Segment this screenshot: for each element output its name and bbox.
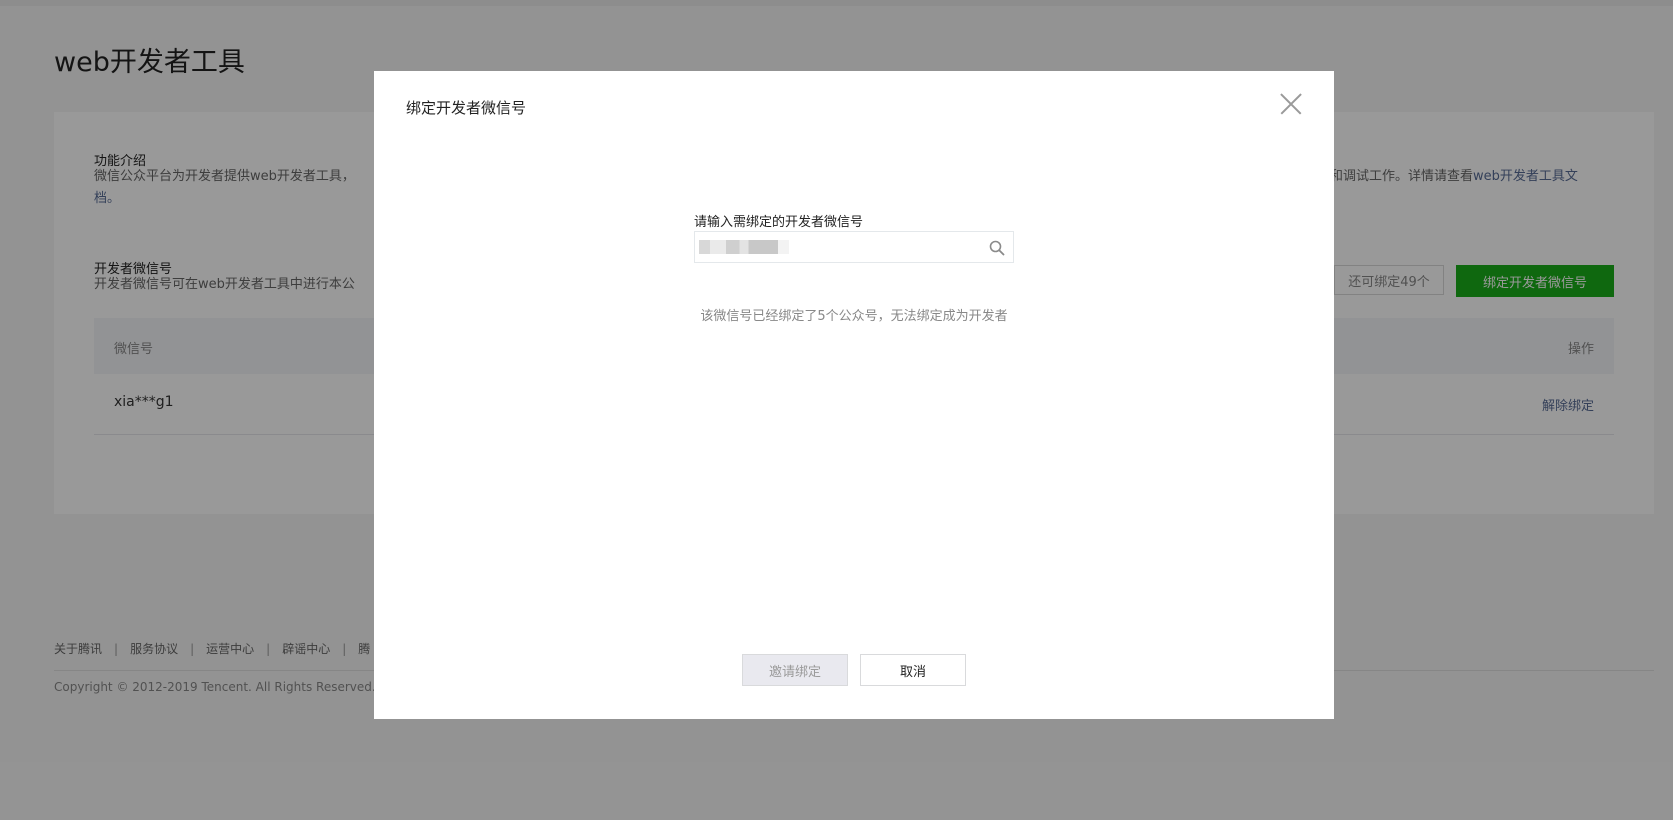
invite-bind-button[interactable]: 邀请绑定: [742, 654, 848, 686]
wechat-id-search-box[interactable]: [694, 231, 1014, 263]
redacted-value: [699, 240, 789, 254]
dialog-title: 绑定开发者微信号: [406, 99, 527, 117]
close-icon[interactable]: [1280, 93, 1302, 115]
cancel-button[interactable]: 取消: [860, 654, 966, 686]
error-message: 该微信号已经绑定了5个公众号，无法绑定成为开发者: [700, 309, 1008, 324]
bind-dialog: 绑定开发者微信号 请输入需绑定的开发者微信号 该微信号已经绑定了5个公众号，无法…: [374, 71, 1334, 719]
search-icon[interactable]: [989, 240, 1005, 256]
field-label: 请输入需绑定的开发者微信号: [694, 215, 864, 230]
